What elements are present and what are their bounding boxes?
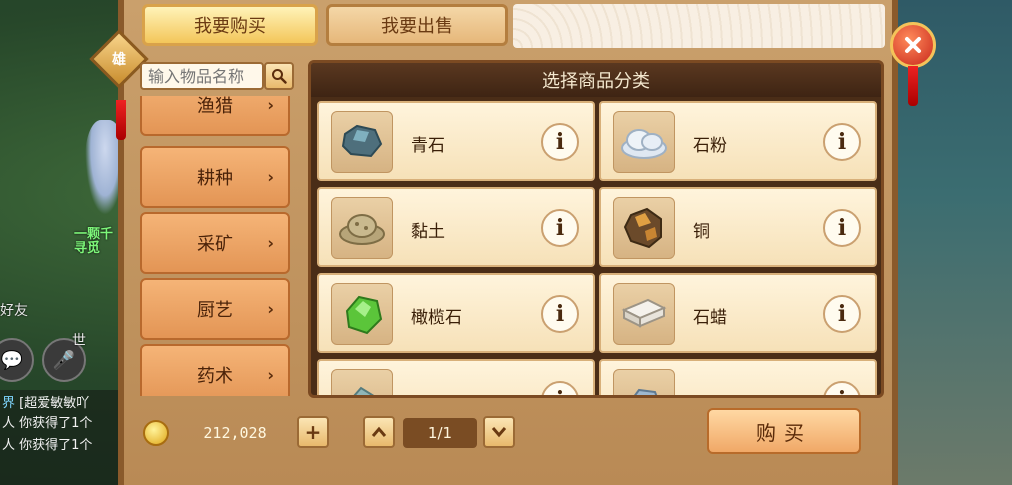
search-icon [272,69,287,84]
blue-stone-icon [331,111,393,173]
chevron-right-icon: › [267,96,274,115]
goods-panel-title: 选择商品分类 [311,63,881,97]
category-list[interactable]: 渔猎 › 耕种 › 采矿 › 厨艺 › 药术 › [140,96,294,396]
category-label: 药术 [197,366,233,387]
goods-card[interactable]: i [317,359,595,395]
search-button[interactable] [264,62,294,90]
category-label: 渔猎 [197,96,233,117]
page-indicator: 1/1 [403,418,477,448]
category-label: 厨艺 [197,300,233,321]
chat-text: 你获得了1个 [19,416,93,431]
info-icon[interactable]: i [823,295,861,333]
goods-name: 石粉 [693,136,727,156]
chevron-right-icon: › [267,299,274,319]
header-decoration [513,4,885,48]
chevron-right-icon: › [267,365,274,385]
goods-name: 石蜡 [693,308,727,328]
tab-buy[interactable]: 我要购买 [142,4,318,46]
npc-label-line-1: 一颗千 [74,227,114,242]
olivine-icon [331,283,393,345]
stone-powder-icon [613,111,675,173]
chat-panel[interactable]: 界 [超爱敏敏吖 人 你获得了1个 人 你获得了1个 [0,390,125,485]
chat-line: 人 你获得了1个 [2,412,92,431]
info-icon[interactable]: i [541,295,579,333]
chat-channel-tag: 人 [2,416,16,431]
goods-card[interactable]: 石粉 i [599,101,877,181]
page-up-button[interactable] [363,416,395,448]
chat-channel-tag: 界 [2,396,16,411]
category-item-fishing[interactable]: 渔猎 › [140,96,290,136]
add-money-button[interactable]: + [297,416,329,448]
clay-icon [331,197,393,259]
goods-name: 橄榄石 [411,308,462,328]
chevron-right-icon: › [267,233,274,253]
friends-label[interactable]: 好友 [0,300,28,320]
tab-sell[interactable]: 我要出售 [326,4,508,46]
page-down-button[interactable] [483,416,515,448]
category-item-medicine[interactable]: 药术 › [140,344,290,396]
chat-bubble-icon[interactable]: 💬 [0,338,34,382]
buy-button[interactable]: 购买 [707,408,861,454]
chevron-down-icon [491,427,507,438]
badge-text: 雄 [112,52,126,68]
copper-ore-icon [613,197,675,259]
world-channel-label: 世 [72,333,86,349]
chevron-up-icon [371,426,387,437]
info-icon[interactable]: i [541,123,579,161]
goods-card[interactable]: 铜 i [599,187,877,267]
ore-icon [613,369,675,395]
chevron-right-icon: › [267,167,274,187]
goods-card[interactable]: 黏土 i [317,187,595,267]
goods-name: 黏土 [411,222,445,242]
footer-bar: 212,028 + 1/1 购买 [125,398,895,478]
goods-card[interactable]: 橄榄石 i [317,273,595,353]
coin-icon [143,420,169,446]
goods-card[interactable]: 石蜡 i [599,273,877,353]
info-icon[interactable]: i [823,381,861,395]
chat-text: [超爱敏敏吖 [19,396,90,411]
chat-line: 人 你获得了1个 [2,434,92,453]
tassel-right [908,66,918,106]
category-item-cooking[interactable]: 厨艺 › [140,278,290,340]
category-item-farming[interactable]: 耕种 › [140,146,290,208]
paraffin-icon [613,283,675,345]
search-input[interactable] [140,62,264,90]
close-icon [905,37,921,53]
category-item-mining[interactable]: 采矿 › [140,212,290,274]
goods-name: 铜 [693,222,710,242]
goods-name: 青石 [411,136,445,156]
chat-line: 界 [超爱敏敏吖 [2,392,89,411]
goods-panel: 选择商品分类 青石 i 石粉 i 黏土 i 铜 i 橄榄石 i 石蜡 i [308,60,884,398]
info-icon[interactable]: i [541,381,579,395]
category-label: 采矿 [197,234,233,255]
info-icon[interactable]: i [823,209,861,247]
info-icon[interactable]: i [823,123,861,161]
close-button[interactable] [890,22,936,68]
category-label: 耕种 [197,168,233,189]
tassel-left [116,100,126,140]
npc-label: 一颗千 寻觅 [74,228,113,256]
goods-card[interactable]: i [599,359,877,395]
chat-channel-tag: 人 [2,438,16,453]
goods-title-text: 选择商品分类 [542,71,650,92]
info-icon[interactable]: i [541,209,579,247]
npc-label-line-2: 寻觅 [74,241,101,256]
chat-text: 你获得了1个 [19,438,93,453]
ore-icon [331,369,393,395]
money-amount: 212,028 [203,424,267,442]
goods-card[interactable]: 青石 i [317,101,595,181]
